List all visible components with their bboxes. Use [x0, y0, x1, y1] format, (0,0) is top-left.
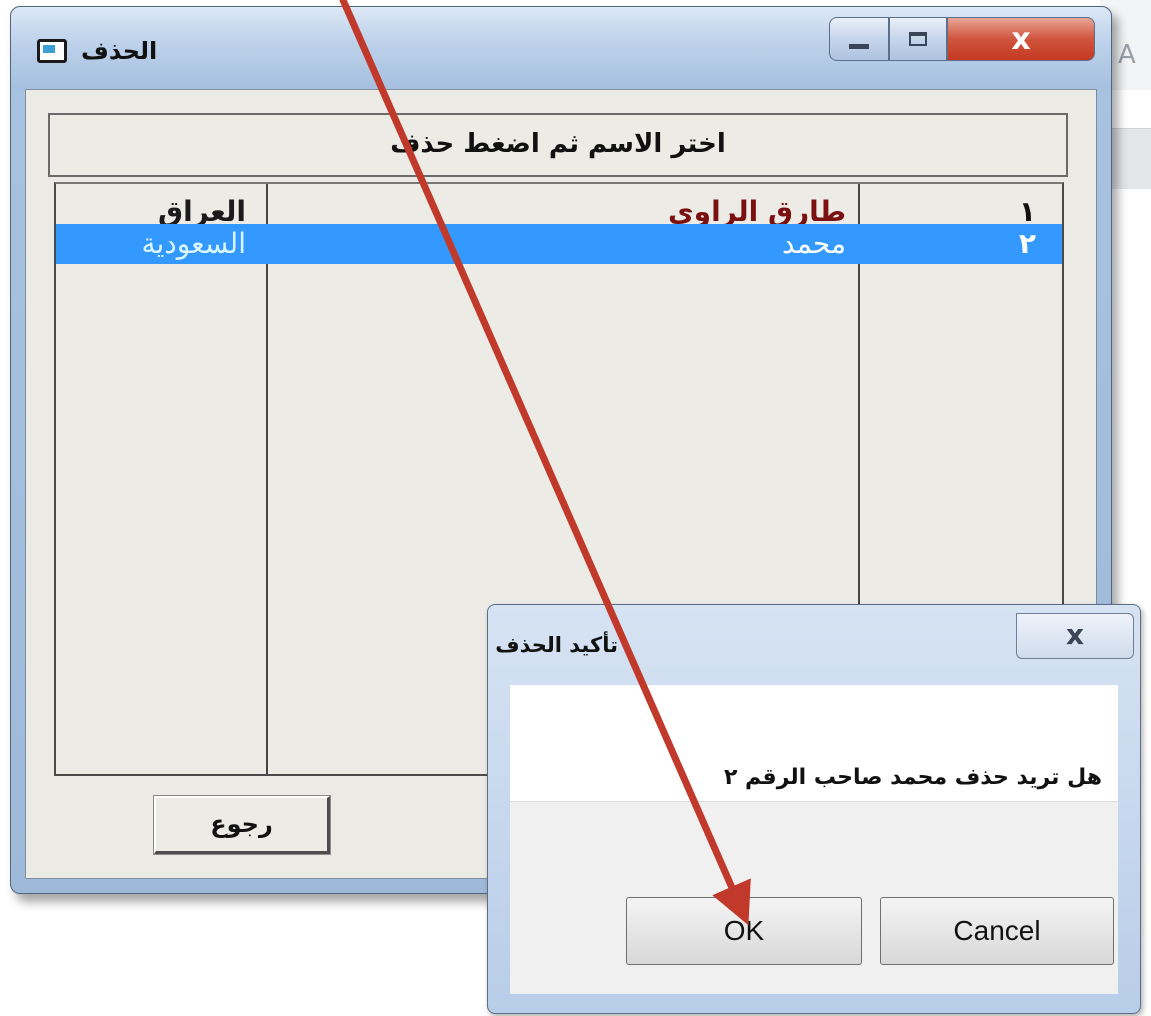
annotation-arrow [339, 0, 751, 926]
annotation-arrow-line [339, 0, 751, 926]
